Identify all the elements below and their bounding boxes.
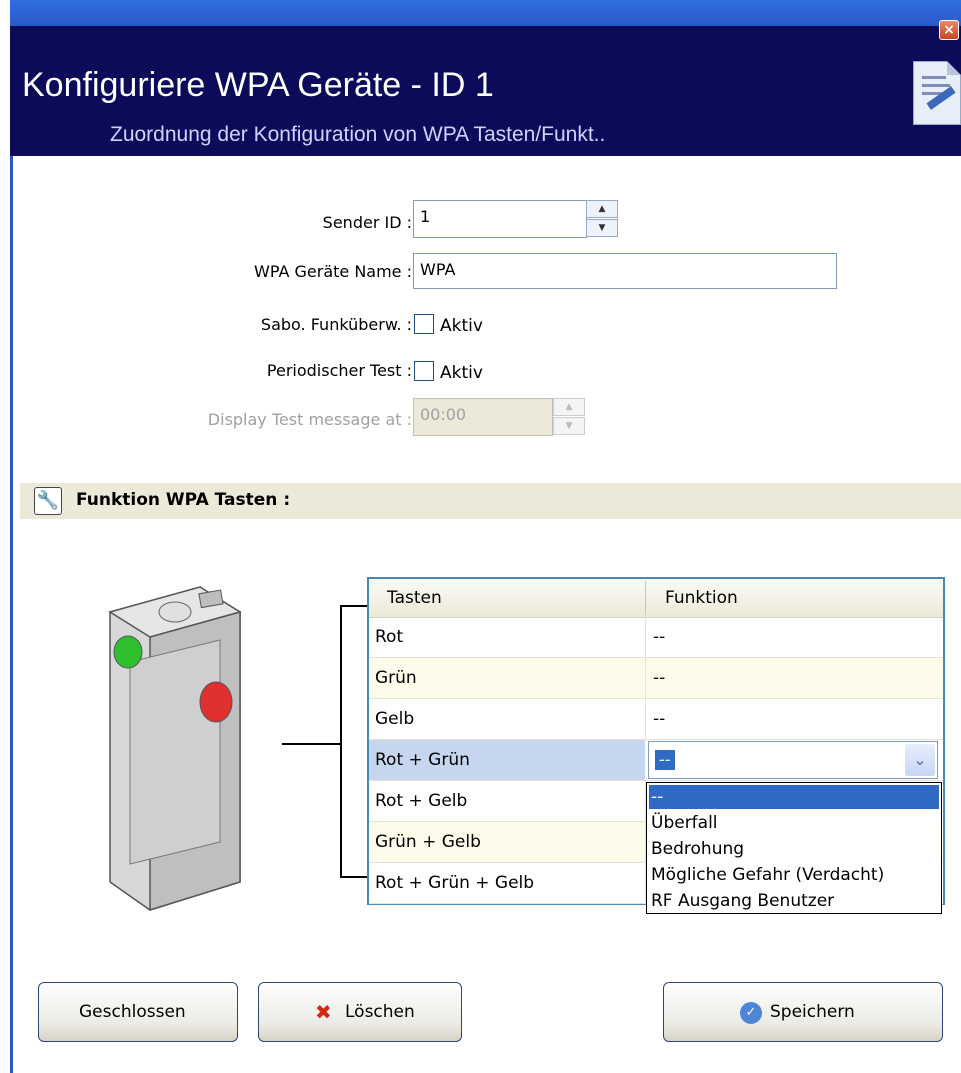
document-edit-icon: [913, 61, 961, 125]
row-key: Rot + Gelb: [375, 791, 468, 811]
dialog-title: Konfiguriere WPA Geräte - ID 1: [22, 66, 494, 104]
dropdown-option[interactable]: Überfall: [649, 811, 939, 835]
table-row[interactable]: Rot --: [369, 617, 943, 658]
row-key: Grün: [375, 668, 417, 688]
table-row[interactable]: Gelb --: [369, 699, 943, 740]
dropdown-option[interactable]: Mögliche Gefahr (Verdacht): [649, 863, 939, 887]
periodic-test-checkbox-label: Aktiv: [440, 363, 483, 383]
sabo-label: Sabo. Funküberw. :: [260, 315, 412, 334]
title-bar: [10, 0, 961, 26]
column-header-funktion[interactable]: Funktion: [665, 588, 738, 608]
close-button-label: Geschlossen: [79, 1002, 186, 1022]
sabo-checkbox-label: Aktiv: [440, 316, 483, 336]
dropdown-option[interactable]: --: [649, 785, 939, 809]
sender-id-spinner[interactable]: ▲ ▼: [586, 200, 618, 238]
row-key: Gelb: [375, 709, 415, 729]
wrench-icon: 🔧: [34, 487, 62, 515]
periodic-test-checkbox[interactable]: [414, 361, 434, 381]
dialog-subtitle: Zuordnung der Konfiguration von WPA Tast…: [110, 123, 606, 146]
dropdown-option[interactable]: RF Ausgang Benutzer: [649, 889, 939, 913]
section-title: Funktion WPA Tasten :: [76, 490, 291, 510]
periodic-test-label: Periodischer Test :: [266, 361, 412, 380]
spin-down-icon[interactable]: ▼: [586, 219, 618, 237]
bracket-line: [340, 605, 370, 607]
device-name-label: WPA Geräte Name :: [254, 262, 412, 281]
display-test-spinner[interactable]: ▲ ▼: [553, 398, 585, 436]
spin-up-icon[interactable]: ▲: [586, 200, 618, 218]
delete-button-label: Löschen: [345, 1002, 415, 1022]
sabo-checkbox[interactable]: [414, 314, 434, 334]
row-key: Grün + Gelb: [375, 832, 481, 852]
device-name-input[interactable]: WPA: [413, 253, 837, 289]
bracket-line: [282, 743, 342, 745]
chevron-down-icon[interactable]: ⌄: [905, 744, 935, 776]
dropdown-option[interactable]: Bedrohung: [649, 837, 939, 861]
row-value: --: [653, 627, 666, 647]
window-border: [10, 156, 13, 1073]
bracket-line: [340, 876, 370, 878]
combobox-value: --: [655, 750, 675, 770]
row-key: Rot + Grün: [375, 750, 470, 770]
save-button-label: Speichern: [770, 1002, 855, 1022]
save-check-icon: ✓: [740, 1002, 762, 1024]
delete-button[interactable]: ✖ Löschen: [258, 982, 462, 1042]
section-header: 🔧 Funktion WPA Tasten :: [20, 483, 961, 519]
sender-id-label: Sender ID :: [322, 213, 412, 232]
row-key: Rot + Grün + Gelb: [375, 873, 535, 893]
display-test-input[interactable]: 00:00: [413, 398, 553, 436]
red-button-icon: [199, 681, 233, 723]
close-button[interactable]: Geschlossen: [38, 982, 238, 1042]
spin-up-icon[interactable]: ▲: [553, 398, 585, 416]
column-header-tasten[interactable]: Tasten: [387, 588, 442, 608]
config-dialog: Konfiguriere WPA Geräte - ID 1 Zuordnung…: [10, 0, 961, 1073]
row-value: --: [653, 709, 666, 729]
row-key: Rot: [375, 627, 404, 647]
sender-id-input[interactable]: 1: [413, 200, 587, 238]
save-button[interactable]: ✓ Speichern: [663, 982, 943, 1042]
wpa-device-illustration: [108, 586, 242, 912]
delete-icon: ✖: [315, 1000, 332, 1024]
spin-down-icon[interactable]: ▼: [553, 417, 585, 435]
green-button-icon: [113, 635, 143, 669]
close-icon[interactable]: ×: [939, 20, 959, 40]
row-value: --: [653, 668, 666, 688]
function-dropdown-list: -- Überfall Bedrohung Mögliche Gefahr (V…: [646, 782, 942, 914]
table-header: Tasten Funktion: [369, 579, 943, 618]
bracket-line: [340, 605, 342, 877]
display-test-label: Display Test message at :: [207, 410, 412, 429]
table-row[interactable]: Grün --: [369, 658, 943, 699]
device-body: [108, 586, 242, 912]
dialog-header: Konfiguriere WPA Geräte - ID 1 Zuordnung…: [10, 26, 961, 156]
function-combobox[interactable]: -- ⌄: [648, 741, 938, 779]
